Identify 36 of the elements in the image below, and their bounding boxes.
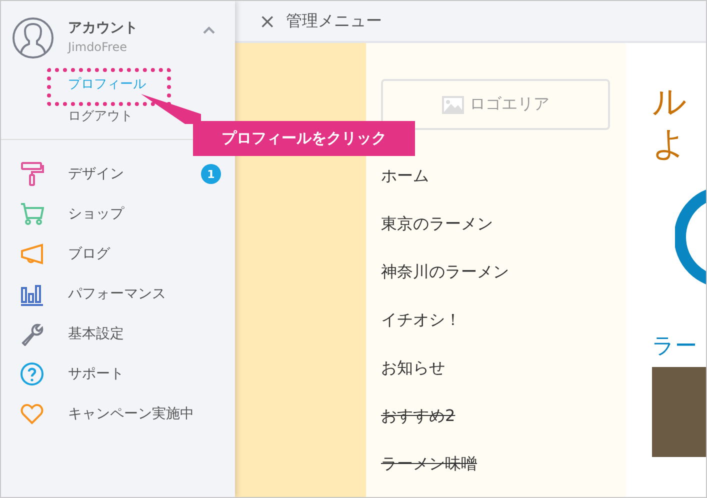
nav-link[interactable]: ラーメン味噌 xyxy=(381,454,477,497)
callout-pointer xyxy=(141,94,201,124)
logo-area-label: ロゴエリア xyxy=(470,94,550,115)
nav-link[interactable]: イチオシ！ xyxy=(381,310,461,358)
sidebar-item-label: デザイン xyxy=(68,165,125,183)
close-button[interactable]: × xyxy=(259,9,276,33)
site-title: よ xyxy=(652,123,688,165)
header-title: 管理メニュー xyxy=(286,10,382,32)
sidebar-item-label: ショップ xyxy=(68,205,126,223)
chevron-icon[interactable] xyxy=(203,26,215,34)
sidebar-item-label: サポート xyxy=(68,365,125,383)
sidebar-item[interactable]: ショップ xyxy=(1,194,235,234)
sidebar-item[interactable]: ブログ xyxy=(1,234,235,274)
section-heading: ラー xyxy=(652,333,698,361)
account-link[interactable]: ログアウト xyxy=(68,107,133,125)
callout-label: プロフィールをクリック xyxy=(193,121,415,156)
sidebar-item[interactable]: デザイン 1 xyxy=(1,154,235,194)
sidebar-item[interactable]: サポート xyxy=(1,354,235,394)
nav-link[interactable]: お知らせ xyxy=(381,358,445,406)
notification-badge: 1 xyxy=(201,164,221,184)
image-icon xyxy=(442,96,464,114)
sidebar-item-label: キャンペーン実施中 xyxy=(68,405,195,423)
sidebar-item-label: パフォーマンス xyxy=(68,285,167,303)
account-title: アカウント xyxy=(68,19,139,37)
nav-link[interactable]: ホーム xyxy=(381,166,429,214)
nav-link[interactable]: おすすめ2 xyxy=(381,406,456,454)
sidebar-item-label: 基本設定 xyxy=(68,325,125,343)
nav-link[interactable]: 神奈川のラーメン xyxy=(381,262,509,310)
avatar-icon xyxy=(12,17,54,59)
sidebar-item-label: ブログ xyxy=(68,245,112,263)
sidebar-item[interactable]: 基本設定 xyxy=(1,314,235,354)
account-plan: JimdoFree xyxy=(68,40,128,54)
nav-link[interactable]: 東京のラーメン xyxy=(381,214,493,262)
site-title: ル xyxy=(652,81,688,123)
sidebar-item[interactable]: パフォーマンス xyxy=(1,274,235,314)
sidebar-item[interactable]: キャンペーン実施中 xyxy=(1,394,235,434)
